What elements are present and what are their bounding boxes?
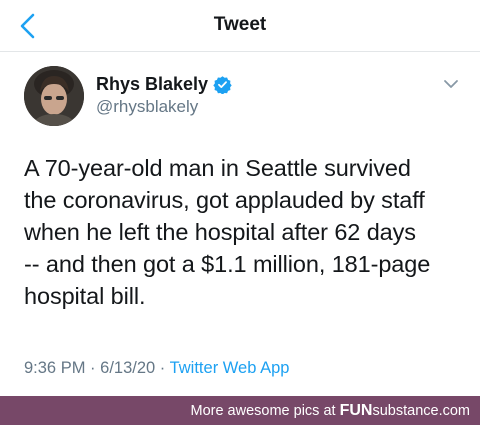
author-handle[interactable]: @rhysblakely <box>96 97 198 117</box>
watermark-brand-rest: substance.com <box>372 403 470 419</box>
verified-badge-icon <box>213 76 232 94</box>
meta-separator: · <box>90 359 96 377</box>
watermark-caption: More awesome pics at <box>190 403 336 419</box>
tweet-text-line: A 70-year-old man in Seattle survived <box>24 155 411 181</box>
tweet-text-line: -- and then got a $1.1 million, 181-page <box>24 251 431 277</box>
watermark-banner: More awesome pics at FUNsubstance.com <box>0 396 480 425</box>
tweet-time[interactable]: 9:36 PM <box>24 359 85 377</box>
tweet-text-line: when he left the hospital after 62 days <box>24 219 416 245</box>
watermark-brand-fun: FUN <box>339 402 373 419</box>
chevron-down-icon[interactable] <box>443 78 459 90</box>
tweet-meta: 9:36 PM · 6/13/20 · Twitter Web App <box>24 359 289 378</box>
tweet-source-link[interactable]: Twitter Web App <box>170 359 290 377</box>
author-name[interactable]: Rhys Blakely <box>96 74 208 95</box>
tweet-date[interactable]: 6/13/20 <box>100 359 155 377</box>
tweet-text: A 70-year-old man in Seattle survived th… <box>24 152 469 312</box>
watermark-text: More awesome pics at FUNsubstance.com <box>190 402 470 420</box>
avatar[interactable] <box>24 66 84 126</box>
tweet-text-line: hospital bill. <box>24 283 146 309</box>
avatar-photo <box>24 66 84 126</box>
tweet-text-line: the coronavirus, got applauded by staff <box>24 187 425 213</box>
author-row[interactable]: Rhys Blakely <box>96 74 232 95</box>
meta-separator: · <box>159 359 166 377</box>
page-title: Tweet <box>213 14 267 35</box>
top-nav-bar: Tweet <box>0 0 480 52</box>
